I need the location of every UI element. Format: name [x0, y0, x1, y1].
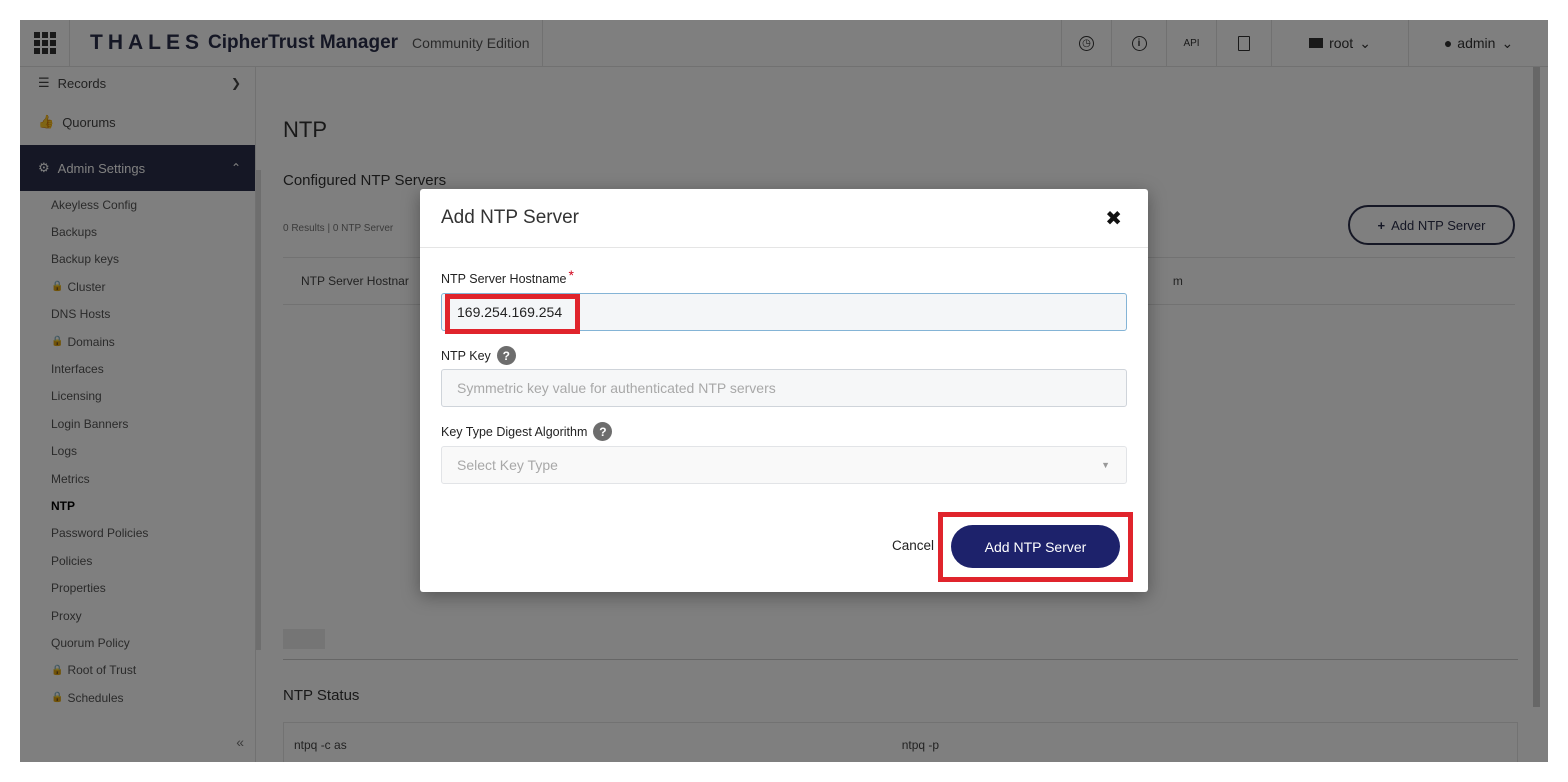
cancel-button[interactable]: Cancel	[892, 538, 934, 553]
add-ntp-server-dialog: Add NTP Server ✖ NTP Server Hostname * N…	[420, 189, 1148, 592]
ntp-key-input[interactable]	[441, 369, 1127, 407]
ntp-key-label-text: NTP Key	[441, 348, 491, 363]
key-type-label: Key Type Digest Algorithm ?	[441, 422, 613, 441]
submit-add-ntp-server-button[interactable]: Add NTP Server	[951, 525, 1120, 568]
key-type-select[interactable]: Select Key Type ▼	[441, 446, 1127, 484]
select-placeholder: Select Key Type	[457, 457, 558, 473]
required-asterisk: *	[568, 267, 574, 283]
key-type-label-text: Key Type Digest Algorithm	[441, 424, 588, 439]
help-icon[interactable]: ?	[496, 346, 516, 365]
hostname-label-text: NTP Server Hostname	[441, 272, 567, 286]
close-icon[interactable]: ✖	[1105, 206, 1122, 231]
button-label: Add NTP Server	[984, 538, 1087, 555]
app-window: THALES CipherTrust Manager Community Edi…	[20, 20, 1548, 762]
dialog-header: Add NTP Server ✖	[420, 189, 1148, 248]
help-icon[interactable]: ?	[593, 422, 613, 441]
caret-down-icon: ▼	[1101, 460, 1110, 470]
ntp-key-label: NTP Key ?	[441, 346, 516, 365]
dialog-title: Add NTP Server	[441, 207, 579, 228]
hostname-input[interactable]	[441, 293, 1127, 331]
hostname-label: NTP Server Hostname *	[441, 267, 574, 287]
